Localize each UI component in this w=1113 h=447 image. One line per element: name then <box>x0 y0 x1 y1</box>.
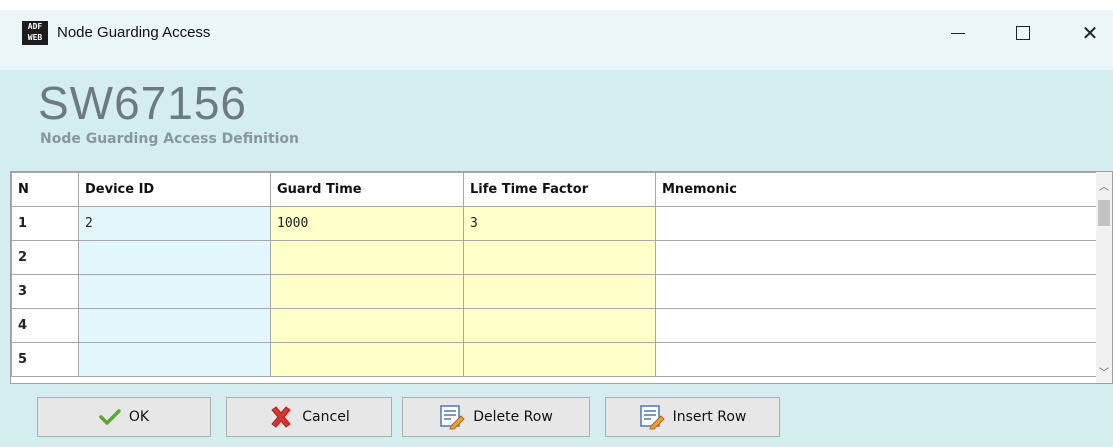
mnemonic-cell[interactable] <box>655 308 1099 343</box>
header: SW67156 Node Guarding Access Definition <box>0 70 1113 170</box>
mnemonic-cell[interactable] <box>655 206 1099 241</box>
table-row[interactable]: 1 2 1000 3 <box>11 206 1099 241</box>
cancel-button[interactable]: Cancel <box>226 397 392 437</box>
device-id-cell[interactable]: 2 <box>78 206 271 241</box>
column-header-device-id[interactable]: Device ID <box>78 172 271 207</box>
guard-time-cell[interactable] <box>270 308 464 343</box>
product-code: SW67156 <box>38 77 248 129</box>
column-header-mnemonic[interactable]: Mnemonic <box>655 172 1099 207</box>
scroll-down-icon[interactable]: ﹀ <box>1099 364 1109 379</box>
life-time-factor-cell[interactable] <box>463 308 656 343</box>
vertical-scrollbar[interactable]: ︿ ﹀ <box>1096 172 1112 383</box>
insert-row-button[interactable]: Insert Row <box>605 397 780 437</box>
guard-time-cell[interactable] <box>270 342 464 377</box>
life-time-factor-cell[interactable] <box>463 342 656 377</box>
page-subtitle: Node Guarding Access Definition <box>40 131 300 147</box>
close-icon: ✕ <box>1081 21 1099 45</box>
table-row[interactable]: 3 <box>11 274 1099 309</box>
guard-time-cell[interactable] <box>270 240 464 275</box>
life-time-factor-cell[interactable]: 3 <box>463 206 656 241</box>
title-bar: ADF WEB Node Guarding Access ✕ <box>0 0 1113 70</box>
device-id-cell[interactable] <box>78 274 271 309</box>
maximize-icon <box>1016 26 1030 40</box>
minimize-icon <box>951 32 965 34</box>
mnemonic-cell[interactable] <box>655 274 1099 309</box>
table-header-row: N Device ID Guard Time Life Time Factor … <box>11 172 1099 207</box>
button-bar: OK Cancel Delete Row Insert Row <box>0 385 1113 447</box>
row-number: 5 <box>11 342 79 377</box>
life-time-factor-cell[interactable] <box>463 240 656 275</box>
guard-time-cell[interactable]: 1000 <box>270 206 464 241</box>
app-logo-icon: ADF WEB <box>22 21 48 45</box>
row-number: 4 <box>11 308 79 343</box>
scroll-up-icon[interactable]: ︿ <box>1099 178 1109 193</box>
data-grid: N Device ID Guard Time Life Time Factor … <box>10 171 1113 384</box>
scrollbar-thumb[interactable] <box>1098 200 1110 226</box>
device-id-cell[interactable] <box>78 342 271 377</box>
delete-row-icon <box>440 405 465 430</box>
red-x-icon <box>271 406 292 428</box>
table-row[interactable]: 2 <box>11 240 1099 275</box>
table-row[interactable]: 5 <box>11 342 1099 377</box>
checkmark-icon <box>99 409 121 425</box>
column-header-life-time-factor[interactable]: Life Time Factor <box>463 172 656 207</box>
delete-row-label: Delete Row <box>473 409 553 425</box>
close-button[interactable]: ✕ <box>1067 16 1113 50</box>
device-id-cell[interactable] <box>78 308 271 343</box>
column-header-guard-time[interactable]: Guard Time <box>270 172 464 207</box>
minimize-button[interactable] <box>935 16 981 50</box>
ok-label: OK <box>128 409 150 425</box>
maximize-button[interactable] <box>1000 16 1046 50</box>
insert-row-icon <box>639 405 665 430</box>
mnemonic-cell[interactable] <box>655 240 1099 275</box>
guard-time-cell[interactable] <box>270 274 464 309</box>
device-id-cell[interactable] <box>78 240 271 275</box>
row-number: 3 <box>11 274 79 309</box>
delete-row-button[interactable]: Delete Row <box>402 397 590 437</box>
window-title: Node Guarding Access <box>57 24 211 41</box>
cancel-label: Cancel <box>302 409 350 425</box>
row-number: 2 <box>11 240 79 275</box>
insert-row-label: Insert Row <box>672 409 747 425</box>
table-row[interactable]: 4 <box>11 308 1099 343</box>
column-header-n[interactable]: N <box>11 172 79 207</box>
life-time-factor-cell[interactable] <box>463 274 656 309</box>
guarding-table: N Device ID Guard Time Life Time Factor … <box>11 172 1099 377</box>
ok-button[interactable]: OK <box>37 397 211 437</box>
mnemonic-cell[interactable] <box>655 342 1099 377</box>
row-number: 1 <box>11 206 79 241</box>
